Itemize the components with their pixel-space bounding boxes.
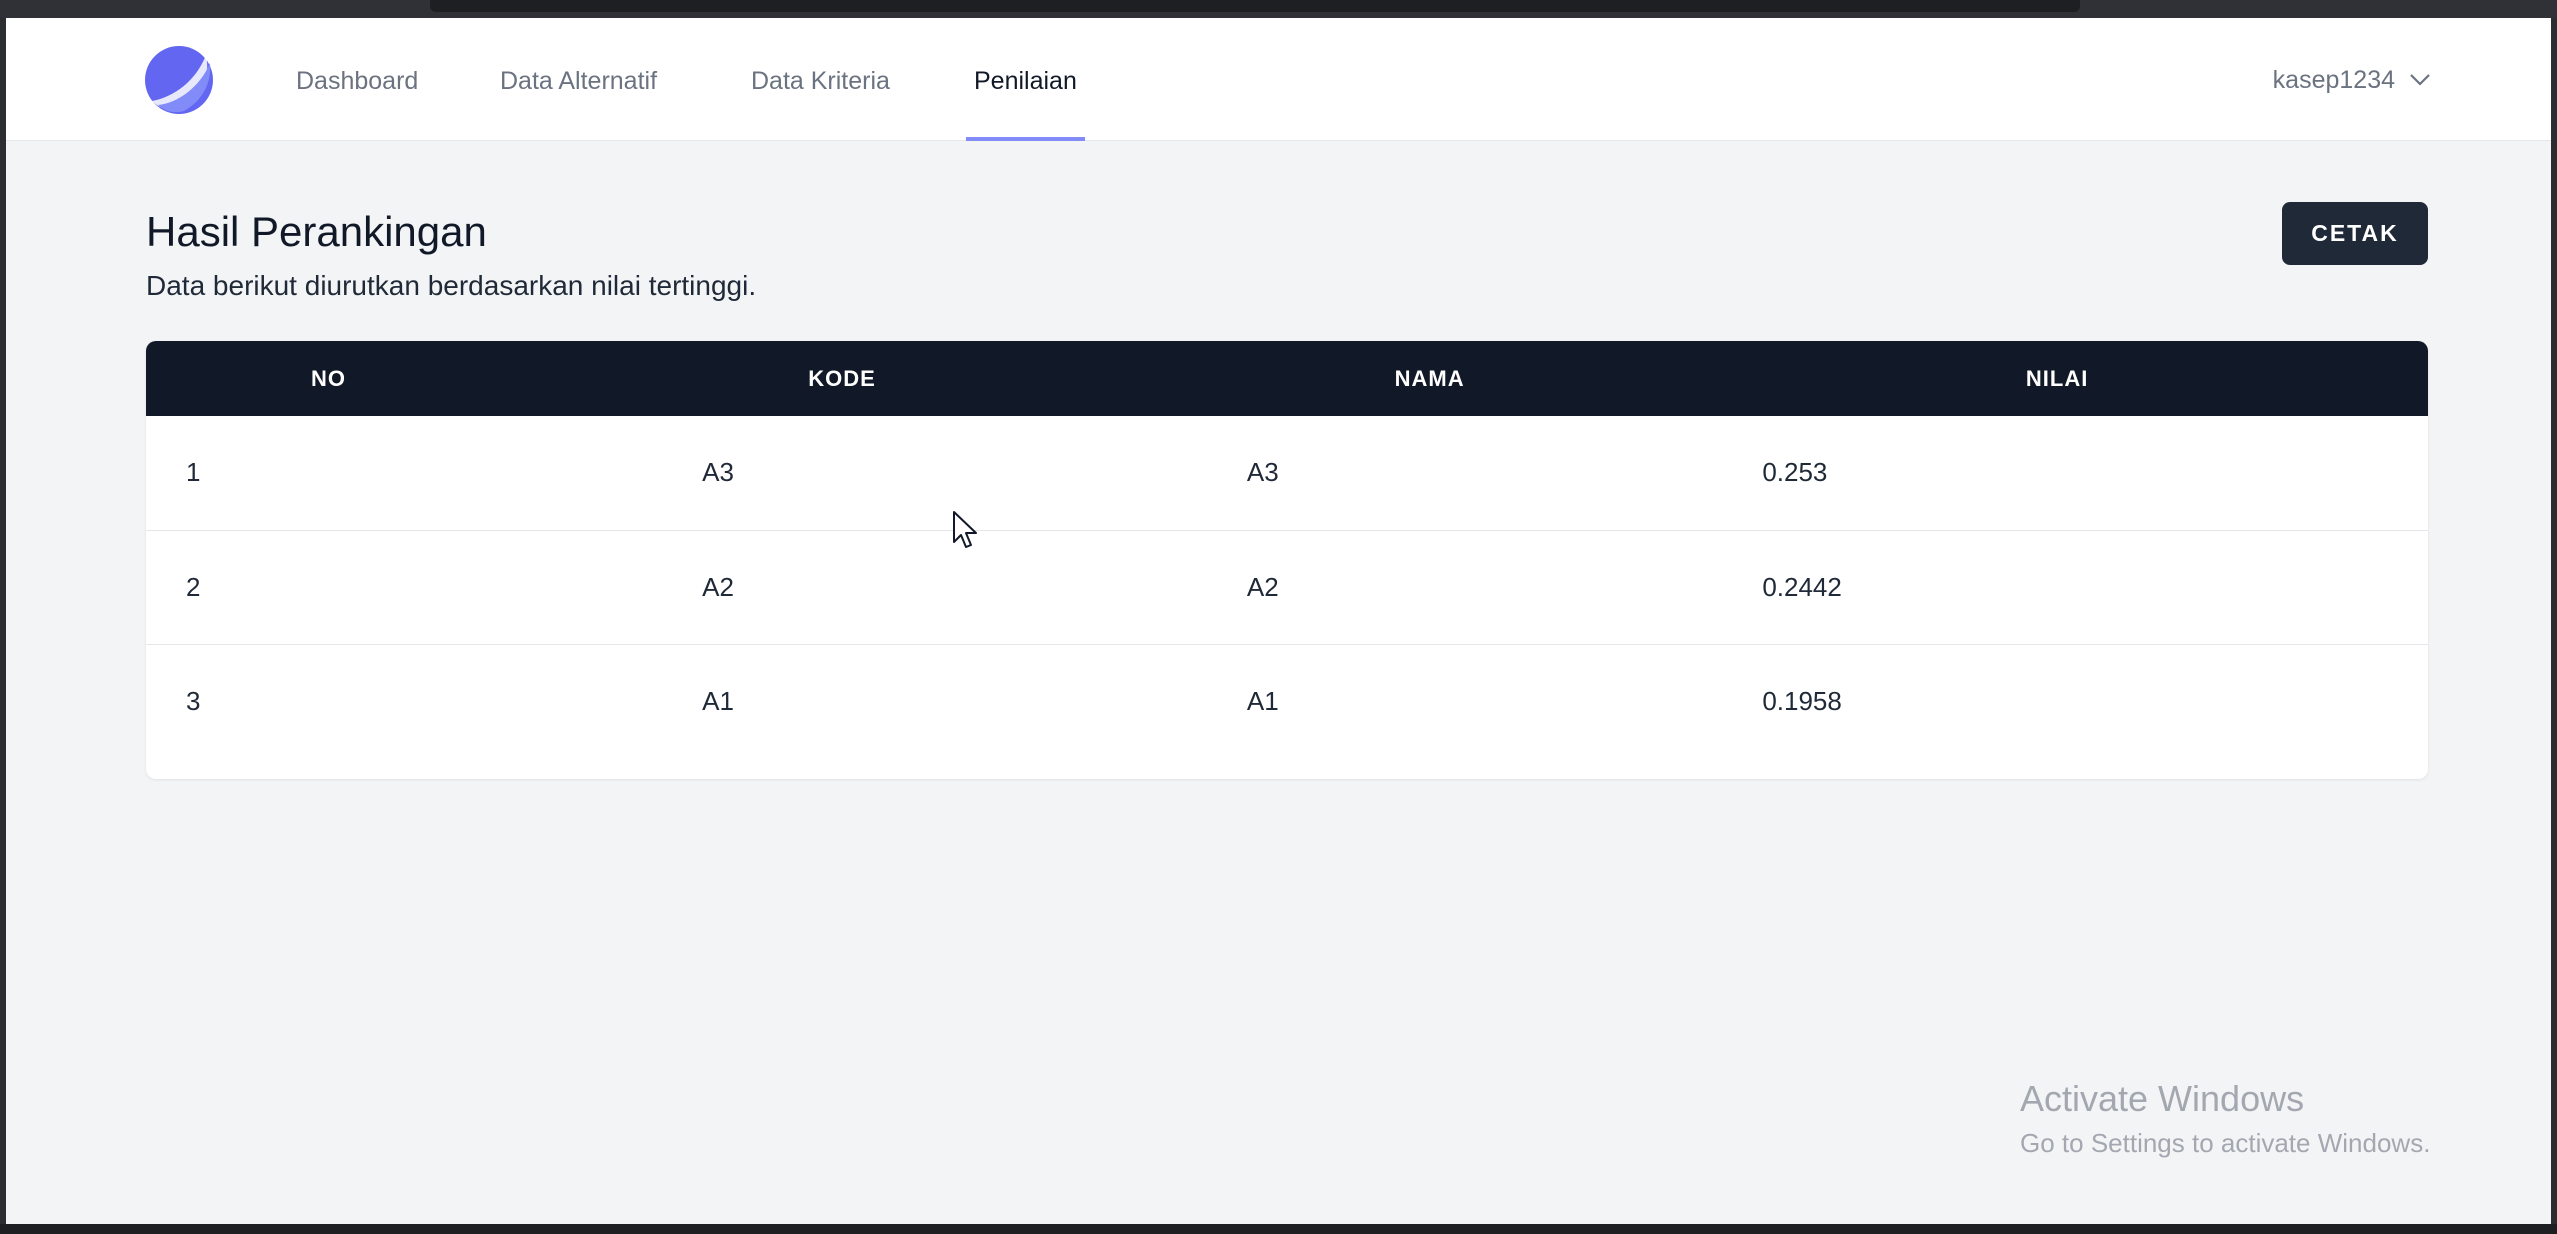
- nav-link-data-alternatif[interactable]: Data Alternatif: [500, 18, 657, 141]
- page-title: Hasil Perankingan: [146, 208, 487, 255]
- table-row: 1 A3 A3 0.253: [146, 416, 2428, 530]
- cell-kode: A3: [702, 457, 734, 488]
- user-menu[interactable]: kasep1234: [2273, 18, 2431, 141]
- user-name: kasep1234: [2272, 65, 2395, 94]
- table-row: 2 A2 A2 0.2442: [146, 530, 2428, 644]
- watermark-title: Activate Windows: [2020, 1078, 2305, 1119]
- page-subtitle: Data berikut diurutkan berdasarkan nilai…: [146, 270, 757, 301]
- cell-nama: A3: [1246, 457, 1279, 488]
- nav-link-penilaian[interactable]: Penilaian: [966, 18, 1085, 141]
- windows-activation-watermark: Activate Windows Go to Settings to activ…: [2020, 1078, 2430, 1159]
- cell-no: 1: [186, 457, 201, 488]
- cell-kode: A1: [702, 685, 734, 716]
- ranking-table-card: NO KODE NAMA NILAI 1 A3 A3 0.253 2 A2 A2: [146, 341, 2428, 779]
- browser-top-strip: [0, 0, 2557, 18]
- cell-no: 3: [186, 685, 201, 716]
- cell-nilai: 0.253: [1762, 457, 1828, 488]
- mouse-pointer-icon: [953, 511, 977, 548]
- column-header-no: NO: [311, 365, 347, 391]
- column-header-nilai: NILAI: [2025, 365, 2089, 391]
- taskbar: [0, 1224, 2557, 1234]
- cell-nilai: 0.2442: [1762, 571, 1842, 602]
- column-header-kode: KODE: [808, 365, 876, 391]
- top-navbar: Dashboard Data Alternatif Data Kriteria …: [6, 18, 2551, 141]
- column-header-nama: NAMA: [1394, 365, 1465, 391]
- cell-no: 2: [186, 571, 201, 602]
- nav-link-data-kriteria[interactable]: Data Kriteria: [751, 18, 890, 141]
- browser-tab-bar: [430, 0, 2080, 12]
- cell-nilai: 0.1958: [1762, 685, 1842, 716]
- nav-link-dashboard[interactable]: Dashboard: [296, 18, 418, 141]
- table-row: 3 A1 A1 0.1958: [146, 644, 2428, 758]
- table-header-row: NO KODE NAMA NILAI: [146, 341, 2428, 416]
- chevron-down-icon: [2410, 73, 2430, 86]
- cell-nama: A1: [1246, 685, 1279, 716]
- app-viewport: Dashboard Data Alternatif Data Kriteria …: [6, 18, 2551, 1224]
- cell-kode: A2: [702, 571, 734, 602]
- ranking-table: NO KODE NAMA NILAI 1 A3 A3 0.253 2 A2 A2: [146, 341, 2428, 758]
- watermark-subtitle: Go to Settings to activate Windows.: [2020, 1128, 2431, 1158]
- print-button[interactable]: CETAK: [2282, 202, 2428, 265]
- cell-nama: A2: [1246, 571, 1279, 602]
- crescent-logo-icon[interactable]: [144, 45, 214, 115]
